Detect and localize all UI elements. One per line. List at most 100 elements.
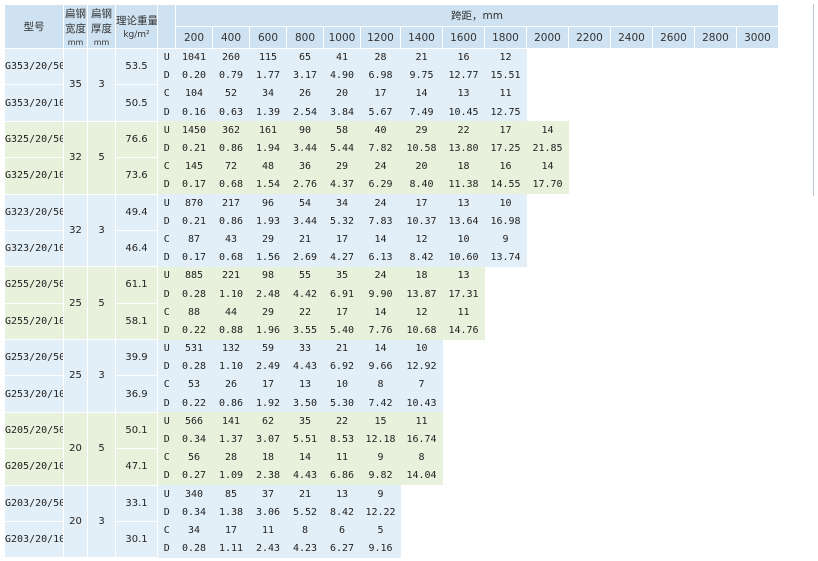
empty-cell (526, 485, 569, 504)
value-cell: 85 (212, 485, 250, 504)
empty-cell (610, 430, 653, 449)
empty-cell (610, 139, 653, 158)
empty-cell (568, 175, 611, 194)
value-cell: 20 (323, 84, 361, 104)
empty-cell (610, 157, 653, 176)
value-cell: 1.93 (249, 212, 287, 231)
value-cell: 11 (442, 303, 485, 322)
empty-cell (442, 339, 485, 358)
value-cell: 0.79 (212, 66, 250, 85)
empty-cell (526, 84, 569, 104)
empty-cell (652, 375, 695, 395)
value-cell: 17 (360, 84, 401, 104)
empty-cell (610, 412, 653, 431)
empty-cell (694, 157, 737, 176)
value-cell: 9.66 (360, 357, 401, 376)
value-cell: 90 (286, 121, 324, 140)
value-cell: 10.58 (400, 139, 443, 158)
value-cell: 2.69 (286, 248, 324, 267)
weight-cell: 61.1 (115, 266, 158, 304)
empty-cell (694, 521, 737, 540)
model-cell: G203/20/100W (4, 520, 64, 559)
empty-cell (484, 303, 527, 322)
empty-cell (652, 103, 695, 122)
value-cell: 65 (286, 48, 324, 67)
value-cell: 43 (212, 230, 250, 249)
value-cell: 0.88 (212, 321, 250, 340)
value-cell: 15 (360, 412, 401, 431)
span-header-2600: 2600 (652, 26, 695, 49)
value-cell: 161 (249, 121, 287, 140)
empty-cell (484, 339, 527, 358)
span-header-1000: 1000 (323, 26, 361, 49)
value-cell: 16.74 (400, 430, 443, 449)
span-header-2400: 2400 (610, 26, 653, 49)
empty-cell (484, 412, 527, 431)
empty-cell (610, 303, 653, 322)
value-cell: 29 (249, 303, 287, 322)
value-cell: 14 (360, 303, 401, 322)
table-row: G203/20/50W20333.1U340853721139 (4, 484, 779, 559)
empty-cell (568, 157, 611, 176)
weight-cell: 47.1 (115, 448, 158, 486)
empty-cell (484, 266, 527, 285)
load-type-label: D (157, 466, 176, 485)
load-type-label: U (157, 412, 176, 431)
empty-cell (526, 430, 569, 449)
empty-cell (652, 339, 695, 358)
empty-cell (610, 521, 653, 540)
value-cell: 1.92 (249, 394, 287, 413)
col-header-flat-width: 扁钢 宽度 mm (63, 4, 88, 49)
weight-unit: kg/m² (123, 30, 150, 40)
value-cell: 21 (400, 48, 443, 67)
value-cell: 12.92 (400, 357, 443, 376)
value-cell: 0.28 (175, 284, 213, 304)
empty-cell (568, 284, 611, 304)
value-cell: 115 (249, 48, 287, 67)
value-cell: 0.16 (175, 103, 213, 122)
value-cell: 10.37 (400, 212, 443, 231)
value-cell: 885 (175, 266, 213, 285)
empty-cell (694, 394, 737, 413)
table-row: G323/20/100W 46.4C87432921171412109 (4, 229, 779, 268)
value-cell: 10.60 (442, 248, 485, 267)
value-cell: 3.44 (286, 139, 324, 158)
table-row: G323/20/50W32349.4U87021796543424171310 (4, 193, 779, 268)
value-cell: 260 (212, 48, 250, 67)
value-cell: 72 (212, 157, 250, 176)
empty-cell (484, 503, 527, 522)
value-cell: 10 (323, 375, 361, 395)
value-cell: 8.42 (400, 248, 443, 267)
value-cell: 6.92 (323, 357, 361, 376)
empty-cell (568, 303, 611, 322)
empty-cell (568, 84, 611, 104)
empty-cell (610, 175, 653, 194)
empty-cell (736, 103, 779, 122)
table-row: G203/20/100W 30.1C341711865 (4, 520, 779, 559)
value-cell: 56 (175, 448, 213, 467)
value-cell: 13.80 (442, 139, 485, 158)
empty-cell (736, 466, 779, 485)
empty-cell (526, 66, 569, 85)
value-cell: 87 (175, 230, 213, 249)
empty-cell (736, 521, 779, 540)
empty-cell (736, 303, 779, 322)
empty-cell (736, 357, 779, 376)
value-cell: 6.27 (323, 539, 361, 558)
steel-grating-load-table: 型号 扁钢 宽度 mm 扁钢 厚度 mm 理论重量 kg/m² 跨距，mm 20… (4, 4, 779, 559)
flat-width-cell: 20 (63, 411, 88, 486)
value-cell: 12.18 (360, 430, 401, 449)
flat-thickness-cell: 5 (87, 411, 116, 486)
weight-cell: 76.6 (115, 120, 158, 159)
empty-cell (652, 357, 695, 376)
empty-cell (610, 375, 653, 395)
value-cell: 1.96 (249, 321, 287, 340)
value-cell: 104 (175, 84, 213, 104)
empty-cell (484, 357, 527, 376)
empty-cell (484, 321, 527, 340)
value-cell: 8 (400, 448, 443, 467)
weight-cell: 36.9 (115, 375, 158, 413)
empty-cell (568, 412, 611, 431)
value-cell: 0.17 (175, 175, 213, 194)
value-cell: 1.54 (249, 175, 287, 194)
